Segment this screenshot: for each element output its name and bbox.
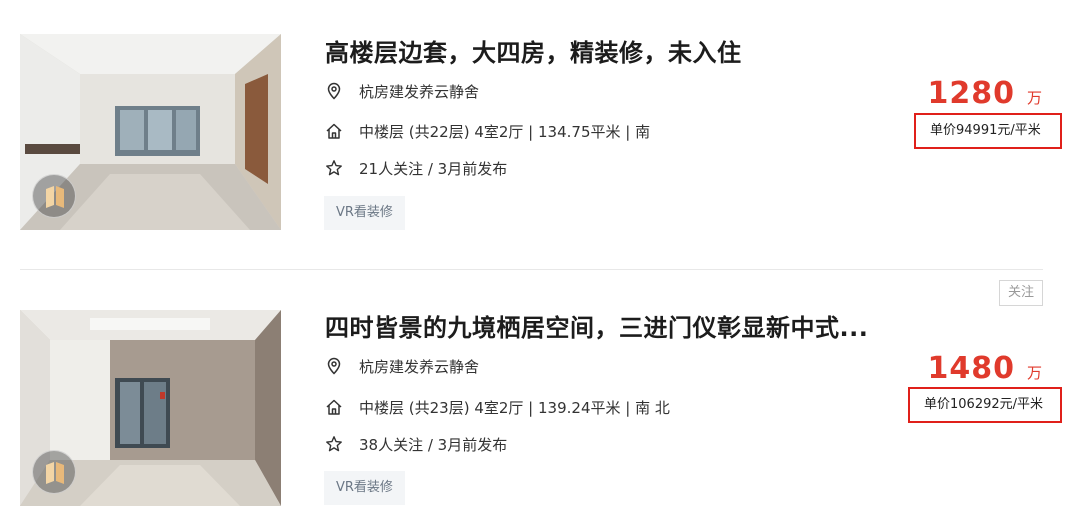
location-pin-icon xyxy=(325,82,343,100)
vr-badge-icon[interactable] xyxy=(32,450,76,494)
community-name[interactable]: 杭房建发养云静舍 xyxy=(359,356,479,377)
vr-tag[interactable]: VR看装修 xyxy=(324,196,405,230)
total-price-unit: 万 xyxy=(1026,364,1042,382)
follow-info: 38人关注 / 3月前发布 xyxy=(359,435,508,454)
vr-badge-icon[interactable] xyxy=(32,174,76,218)
follow-info: 21人关注 / 3月前发布 xyxy=(359,159,508,178)
house-info-row: 中楼层 (共22层) 4室2厅 | 134.75平米 | 南 xyxy=(325,120,650,142)
house-icon xyxy=(325,398,343,416)
total-price-value: 1280 xyxy=(927,76,1015,111)
follow-info-row: 21人关注 / 3月前发布 xyxy=(325,157,507,179)
community-row: 杭房建发养云静舍 xyxy=(325,355,479,377)
follow-button[interactable]: 关注 xyxy=(999,280,1043,306)
location-pin-icon xyxy=(325,357,343,375)
community-name[interactable]: 杭房建发养云静舍 xyxy=(359,81,479,102)
total-price-value: 1480 xyxy=(927,351,1015,386)
listing-card[interactable]: 关注 四时皆景的九境栖居空间，三进门仪彰显新中式... 杭房建发养云静舍 中楼层… xyxy=(0,270,1080,522)
total-price-unit: 万 xyxy=(1026,89,1042,107)
star-icon xyxy=(325,159,343,177)
listing-title[interactable]: 四时皆景的九境栖居空间，三进门仪彰显新中式... xyxy=(325,308,868,343)
unit-price: 单价94991元/平米 xyxy=(914,113,1062,149)
listing-card[interactable]: 高楼层边套，大四房，精装修，未入住 杭房建发养云静舍 中楼层 (共22层) 4室… xyxy=(0,0,1080,270)
total-price: 1280 万 xyxy=(927,76,1042,111)
listing-title[interactable]: 高楼层边套，大四房，精装修，未入住 xyxy=(325,33,742,68)
house-info: 中楼层 (共22层) 4室2厅 | 134.75平米 | 南 xyxy=(359,122,651,141)
unit-price: 单价106292元/平米 xyxy=(908,387,1062,423)
community-row: 杭房建发养云静舍 xyxy=(325,80,479,102)
house-icon xyxy=(325,122,343,140)
vr-tag[interactable]: VR看装修 xyxy=(324,471,405,505)
house-info: 中楼层 (共23层) 4室2厅 | 139.24平米 | 南 北 xyxy=(359,398,670,417)
follow-info-row: 38人关注 / 3月前发布 xyxy=(325,433,507,455)
star-icon xyxy=(325,435,343,453)
listing-list: 高楼层边套，大四房，精装修，未入住 杭房建发养云静舍 中楼层 (共22层) 4室… xyxy=(0,0,1080,522)
total-price: 1480 万 xyxy=(927,351,1042,386)
listing-photo[interactable] xyxy=(20,310,281,506)
house-info-row: 中楼层 (共23层) 4室2厅 | 139.24平米 | 南 北 xyxy=(325,396,670,418)
listing-photo[interactable] xyxy=(20,34,281,230)
